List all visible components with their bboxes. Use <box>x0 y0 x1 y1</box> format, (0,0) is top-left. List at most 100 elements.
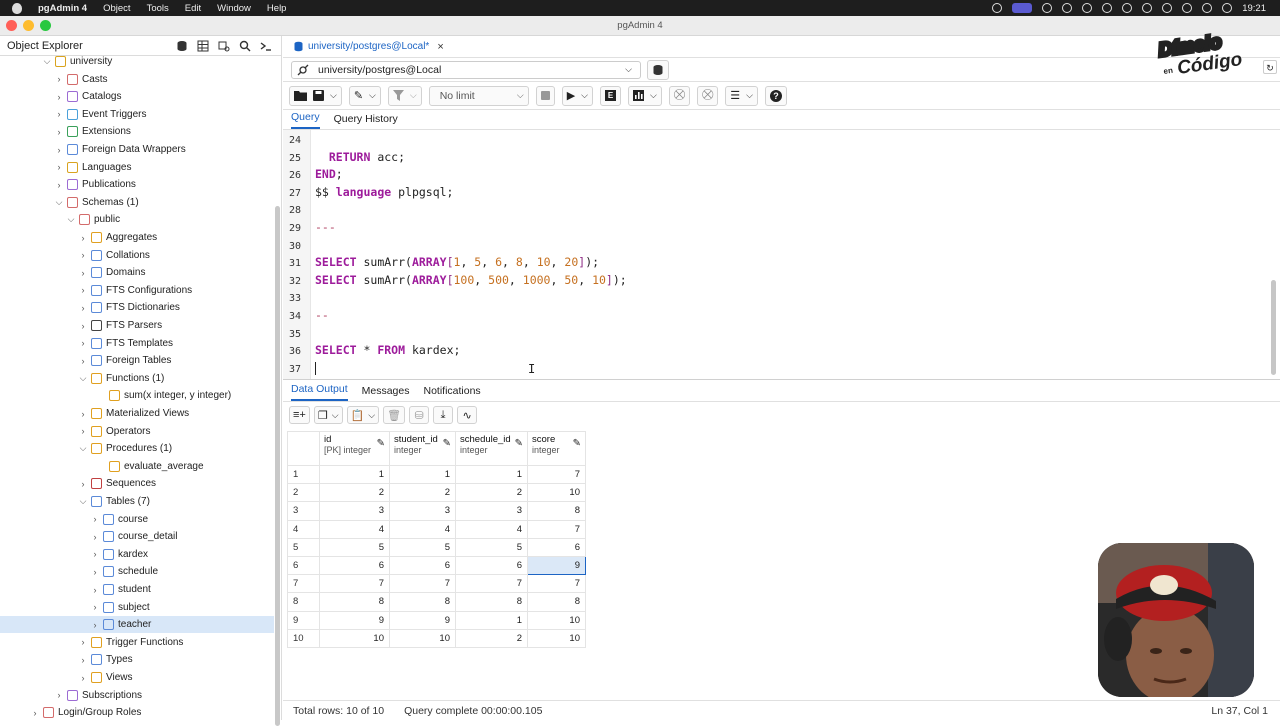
chevron-right-icon[interactable]: › <box>78 409 88 419</box>
explorer-scrollbar[interactable] <box>275 206 280 726</box>
save-data-button[interactable]: ⛁ <box>409 406 430 424</box>
tree-node[interactable]: › FTS Parsers <box>0 317 274 334</box>
chevron-right-icon[interactable]: › <box>90 549 100 559</box>
column-header-id[interactable]: id [PK] integer ✎ <box>319 431 390 466</box>
code-line[interactable]: 33 <box>283 290 1263 307</box>
table-cell[interactable]: 7 <box>527 519 586 539</box>
tree-node[interactable]: › schedule <box>0 563 274 580</box>
tree-node[interactable]: › FTS Templates <box>0 335 274 352</box>
tree-node[interactable]: › Subscriptions <box>0 687 274 704</box>
row-number[interactable]: 8 <box>287 592 320 612</box>
code-line[interactable]: 28 <box>283 202 1263 219</box>
row-number[interactable]: 2 <box>287 483 320 503</box>
explain-button[interactable]: E <box>600 85 621 106</box>
table-row[interactable]: 2 2 2 2 10 <box>287 483 586 503</box>
table-cell[interactable]: 3 <box>455 501 528 521</box>
column-header-schedule-id[interactable]: schedule_id integer ✎ <box>455 431 528 466</box>
chevron-right-icon[interactable]: › <box>54 127 64 137</box>
edit-button[interactable]: ✎ ⌵ <box>348 85 381 106</box>
code-line[interactable]: 34 -- <box>283 308 1263 325</box>
tree-node[interactable]: › FTS Dictionaries <box>0 299 274 316</box>
table-row[interactable]: 9 9 9 1 10 <box>287 610 586 630</box>
table-row[interactable]: 33338 <box>287 501 586 521</box>
stop-button[interactable] <box>535 85 555 106</box>
tree-node[interactable]: ⌵ Tables (7) <box>0 493 274 510</box>
tree-node[interactable]: › Trigger Functions <box>0 634 274 651</box>
tree-node[interactable]: › Catalogs <box>0 88 274 105</box>
tree-node[interactable]: ⌵ Procedures (1) <box>0 440 274 457</box>
code-line[interactable]: 29 --- <box>283 220 1263 237</box>
tree-node[interactable]: › Extensions <box>0 123 274 140</box>
tree-node[interactable]: › Casts <box>0 71 274 88</box>
table-cell[interactable]: 7 <box>319 574 390 594</box>
connection-select[interactable]: university/postgres@Local ⌵ <box>291 60 641 79</box>
pencil-icon[interactable]: ✎ <box>377 438 385 449</box>
tree-node[interactable]: › Publications <box>0 176 274 193</box>
row-number[interactable]: 10 <box>287 628 320 648</box>
table-cell[interactable]: 4 <box>389 519 456 539</box>
execute-button[interactable]: ▶ ⌵ <box>561 85 593 106</box>
tree-node[interactable]: › student <box>0 581 274 598</box>
tree-node[interactable]: › Types <box>0 651 274 668</box>
chevron-right-icon[interactable]: › <box>54 690 64 700</box>
table-cell[interactable]: 6 <box>319 555 390 576</box>
graph-button[interactable]: ∿ <box>457 406 478 424</box>
database-icon[interactable] <box>174 38 189 53</box>
tree-node[interactable]: ⌵ public <box>0 211 274 228</box>
tree-node[interactable]: › Views <box>0 669 274 686</box>
chevron-right-icon[interactable]: › <box>78 637 88 647</box>
chevron-down-icon[interactable]: ⌵ <box>54 197 64 208</box>
column-header-score[interactable]: score integer ✎ <box>527 431 586 466</box>
code-line[interactable]: 25 RETURN acc; <box>283 150 1263 167</box>
delete-button[interactable]: 🗑 <box>383 406 406 424</box>
query-tab[interactable]: university/postgres@Local* × <box>293 41 444 53</box>
paste-button[interactable]: 📋 ⌵ <box>346 406 380 424</box>
chevron-right-icon[interactable]: › <box>90 620 100 630</box>
explain-analyze-button[interactable]: ⌵ <box>628 85 662 106</box>
tree-node[interactable]: › Collations <box>0 247 274 264</box>
table-cell[interactable]: 10 <box>527 483 586 503</box>
status-icon[interactable] <box>1182 3 1193 13</box>
chevron-right-icon[interactable]: › <box>54 109 64 119</box>
tree-node[interactable]: › Operators <box>0 423 274 440</box>
close-window-button[interactable] <box>6 20 17 31</box>
open-file-button[interactable]: ⌵ <box>289 85 342 106</box>
chevron-right-icon[interactable]: › <box>78 655 88 665</box>
tab-notifications[interactable]: Notifications <box>423 385 480 401</box>
table-cell[interactable]: 5 <box>319 537 390 557</box>
code-line[interactable]: 32 SELECT sumArr(ARRAY[100, 500, 1000, 50… <box>283 273 1263 290</box>
chevron-right-icon[interactable]: › <box>90 532 100 542</box>
macros-button[interactable]: ☰ ⌵ <box>725 85 758 106</box>
table-cell[interactable]: 8 <box>455 592 528 612</box>
copy-button[interactable]: ❐ ⌵ <box>313 406 343 424</box>
tree-node[interactable]: › Materialized Views <box>0 405 274 422</box>
status-icon[interactable] <box>1062 3 1073 13</box>
chevron-right-icon[interactable]: › <box>90 585 100 595</box>
app-menu[interactable]: pgAdmin 4 <box>38 3 87 14</box>
filter-button[interactable]: ⌵ <box>387 85 422 106</box>
new-connection-button[interactable] <box>647 59 669 80</box>
table-cell[interactable]: 3 <box>389 501 456 521</box>
tree-node[interactable]: › course <box>0 511 274 528</box>
status-icon[interactable] <box>1012 3 1033 13</box>
tree-node[interactable]: › Login/Group Roles <box>0 704 274 720</box>
chevron-down-icon[interactable]: ⌵ <box>66 214 76 225</box>
tree-node[interactable]: ⌵ Functions (1) <box>0 370 274 387</box>
row-number[interactable]: 3 <box>287 501 320 521</box>
table-cell[interactable]: 9 <box>319 610 390 630</box>
tree-node[interactable]: › Languages <box>0 159 274 176</box>
chevron-down-icon[interactable]: ⌵ <box>78 443 88 454</box>
status-icon[interactable] <box>1162 3 1173 13</box>
chevron-right-icon[interactable]: › <box>54 180 64 190</box>
status-icon[interactable] <box>992 3 1003 13</box>
table-cell[interactable]: 2 <box>455 483 528 503</box>
pencil-icon[interactable]: ✎ <box>515 438 523 449</box>
tree-node[interactable]: › Domains <box>0 264 274 281</box>
chevron-down-icon[interactable]: ⌵ <box>330 90 337 101</box>
table-cell[interactable]: 10 <box>527 610 586 630</box>
chevron-down-icon[interactable]: ⌵ <box>42 56 52 67</box>
table-cell[interactable]: 7 <box>527 574 586 594</box>
chevron-right-icon[interactable]: › <box>78 321 88 331</box>
terminal-icon[interactable] <box>258 38 273 53</box>
table-cell[interactable]: 10 <box>389 628 456 648</box>
